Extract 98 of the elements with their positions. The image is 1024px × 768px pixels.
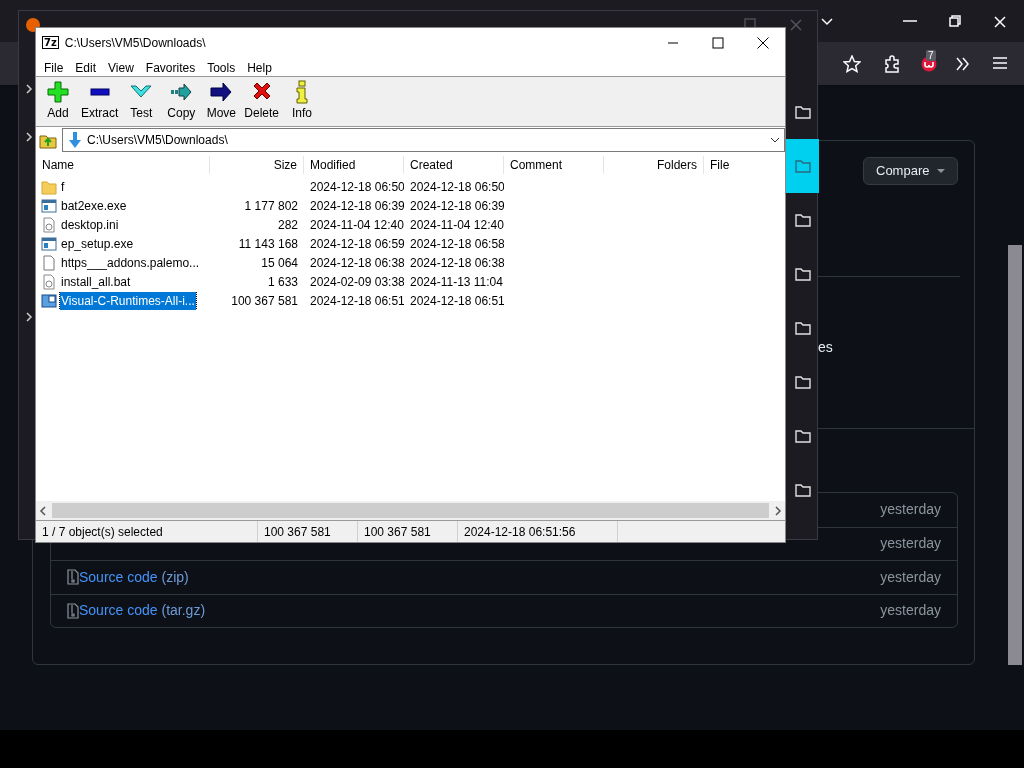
table-cell-text: 100 367 581 (230, 292, 299, 310)
table-cell-text: 2024-12-18 06:51 (309, 292, 404, 310)
menu-item[interactable]: View (102, 57, 140, 76)
table-cell-text: 2024-12-18 06:58 (409, 235, 504, 253)
toolbar-button[interactable]: Extract (78, 77, 122, 126)
file-name[interactable]: install_all.bat (60, 272, 132, 291)
download-link[interactable]: Source code (zip) (79, 566, 189, 588)
restore-icon[interactable] (949, 15, 961, 27)
toolbar-button[interactable]: Move (201, 77, 242, 126)
folder-icon (794, 159, 811, 173)
folder-icon (794, 105, 811, 119)
text-fragment: es (818, 338, 833, 357)
toolbar-button[interactable]: Test (121, 77, 162, 126)
table-cell-text: 2024-12-18 06:39 (409, 197, 504, 215)
file-name[interactable]: bat2exe.exe (60, 196, 128, 215)
folder-icon (794, 213, 811, 227)
window-icon (41, 292, 57, 309)
column-header[interactable]: File (704, 156, 785, 174)
date-text: yesterday (880, 500, 941, 520)
table-cell-text: 11 143 168 (237, 235, 299, 253)
address-field[interactable]: C:\Users\VM5\Downloads\ (62, 128, 785, 152)
chevron-down-icon[interactable] (820, 17, 834, 27)
status-text: 2024-12-18 06:51:56 (458, 521, 618, 542)
file-name[interactable]: desktop.ini (60, 215, 120, 234)
window-title: C:\Users\VM5\Downloads\ (64, 34, 206, 52)
menu-item[interactable]: File (38, 57, 70, 76)
status-text: 100 367 581 (358, 521, 458, 542)
star-icon[interactable] (843, 55, 861, 73)
date-text: yesterday (880, 567, 941, 587)
table-cell-text: 2024-12-18 06:59 (309, 235, 404, 253)
overflow-icon[interactable] (955, 56, 971, 72)
table-cell-text: 2024-12-18 06:39 (309, 197, 404, 215)
arrow-icon (209, 80, 234, 104)
folder-icon (794, 375, 811, 389)
notification-badge: 7 (926, 50, 936, 61)
table-cell-text: 2024-12-18 06:50 (309, 178, 404, 196)
table-cell-text: 2024-11-04 12:40 (309, 216, 404, 234)
puzzle-icon[interactable] (883, 55, 901, 73)
toolbar-button[interactable]: Add (38, 77, 78, 126)
dropdown-icon (770, 137, 780, 143)
date-text: yesterday (880, 601, 941, 621)
table-cell-text: 1 633 (266, 273, 299, 291)
folder-icon (41, 178, 57, 195)
archive-icon (67, 602, 79, 619)
file-name[interactable]: https___addons.palemo... (60, 253, 201, 272)
file-name[interactable]: f (60, 177, 66, 196)
file-icon (41, 254, 57, 271)
folder-icon (794, 321, 811, 335)
toolbar-button[interactable]: Delete (241, 77, 283, 126)
app-icon (25, 17, 41, 33)
folder-icon (794, 483, 811, 497)
toolbar-button[interactable]: Info (282, 77, 323, 126)
column-header[interactable]: Folders (604, 156, 704, 174)
plus-icon (46, 80, 70, 104)
menu-item[interactable]: Edit (69, 57, 103, 76)
table-cell-text: 282 (276, 216, 299, 234)
close-icon[interactable] (756, 36, 769, 49)
table-cell-text: 2024-12-18 06:38 (409, 254, 504, 272)
table-cell-text: 2024-12-18 06:51 (409, 292, 504, 310)
file-name[interactable]: Visual-C-Runtimes-All-i... (60, 291, 196, 310)
table-cell-text: 2024-12-18 06:38 (309, 254, 404, 272)
toolbar-button[interactable]: Copy (161, 77, 202, 126)
archive-icon (67, 569, 79, 586)
chevron-right-icon[interactable] (25, 311, 33, 323)
gear-file-icon (41, 273, 57, 290)
column-header[interactable]: Created (404, 156, 504, 174)
date-text: yesterday (880, 534, 941, 554)
table-cell-text: 1 177 802 (243, 197, 299, 215)
maximize-icon[interactable] (711, 36, 724, 49)
status-text: 100 367 581 (258, 521, 358, 542)
app-logo: 7z (42, 36, 59, 49)
table-cell-text: 2024-02-09 03:38 (309, 273, 404, 291)
menu-item[interactable]: Tools (201, 57, 242, 76)
scrollbar-thumb[interactable] (52, 503, 769, 518)
scrollbar-thumb[interactable] (1008, 245, 1022, 665)
file-name[interactable]: ep_setup.exe (60, 234, 135, 253)
status-text: 1 / 7 object(s) selected (36, 521, 258, 542)
column-header[interactable]: Modified (304, 156, 404, 174)
window-icon (41, 197, 57, 214)
column-header[interactable]: Comment (504, 156, 604, 174)
table-cell-text: 2024-11-13 11:04 (409, 273, 504, 291)
compare-button[interactable]: Compare (863, 157, 958, 185)
arrow-down-icon (67, 131, 83, 149)
window-icon (41, 235, 57, 252)
column-header[interactable]: Name (36, 156, 210, 174)
menu-item[interactable]: Favorites (139, 57, 202, 76)
gear-file-icon (41, 216, 57, 233)
menu-item[interactable]: Help (241, 57, 278, 76)
chevron-right-icon[interactable] (25, 83, 33, 95)
folder-icon (794, 429, 811, 443)
menu-icon[interactable] (992, 56, 1008, 70)
folder-icon (794, 267, 811, 281)
chevron-right-icon[interactable] (25, 131, 33, 143)
table-cell-text: 2024-12-18 06:50 (409, 178, 504, 196)
column-header[interactable]: Size (210, 156, 304, 174)
table-cell-text: 15 064 (260, 254, 299, 272)
download-link[interactable]: Source code (tar.gz) (79, 600, 206, 622)
table-cell-text: 2024-11-04 12:40 (409, 216, 504, 234)
